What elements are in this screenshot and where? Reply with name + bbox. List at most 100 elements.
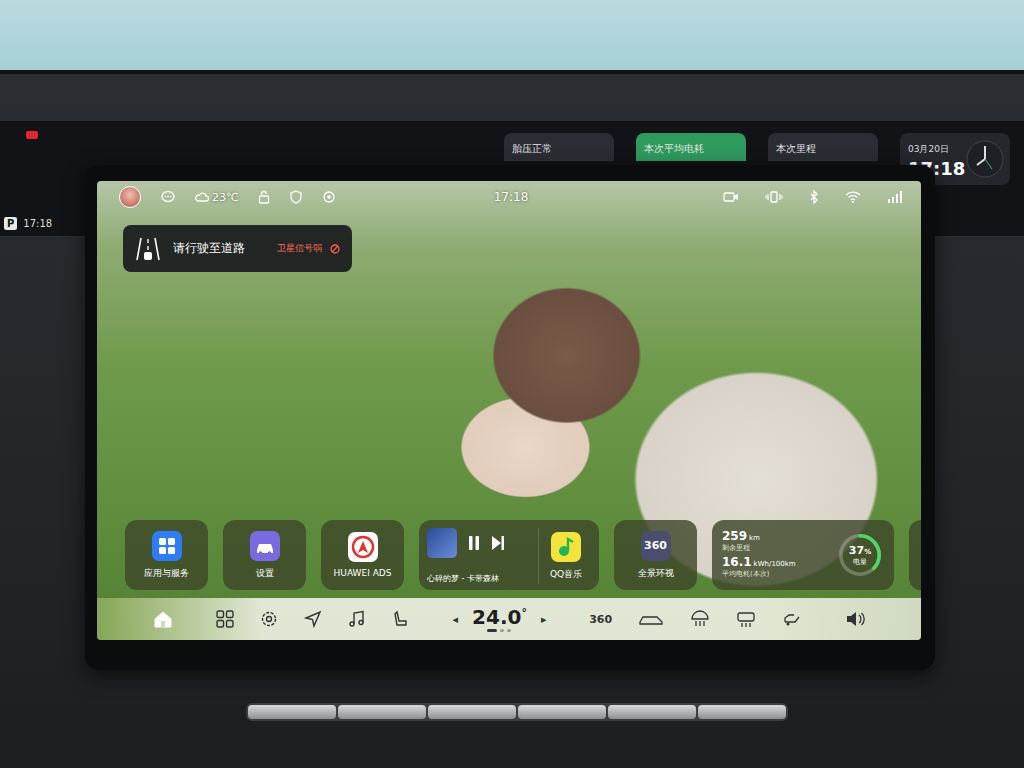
consumption-unit: kWh/100km: [754, 560, 796, 568]
percent-value: 37%: [849, 544, 871, 557]
apps-grid-icon: [152, 531, 182, 561]
status-time: 17:18: [494, 190, 529, 204]
windshield: [0, 0, 1024, 74]
music-app[interactable]: QQ音乐: [538, 528, 593, 584]
display: 23℃ 17:18 请行驶至道路 卫星信号弱应用与服务设置 HUAWEI ADS 心碎的梦…: [97, 181, 921, 640]
physical-button[interactable]: [338, 705, 426, 719]
physical-button[interactable]: [518, 705, 606, 719]
center-screen: 23℃ 17:18 请行驶至道路 卫星信号弱应用与服务设置 HUAWEI ADS 心碎的梦…: [85, 165, 935, 670]
app-card[interactable]: HUAWEI ADS: [321, 520, 404, 590]
cluster-widget-label: 本次平均电耗: [644, 143, 704, 154]
rear-defrost-icon[interactable]: [736, 610, 756, 628]
pause-icon[interactable]: [467, 535, 481, 551]
cluster-widget: 胎压正常: [504, 133, 614, 161]
navigation-icon[interactable]: [304, 610, 322, 628]
cluster-widget-label: 胎压正常: [512, 143, 552, 154]
physical-buttons: [246, 703, 788, 721]
volume-icon[interactable]: [845, 610, 865, 628]
next-card[interactable]: [909, 520, 921, 590]
card-label: 设置: [256, 567, 274, 580]
sync-icon[interactable]: [322, 190, 336, 204]
album-art: [427, 528, 457, 558]
media-main: 心碎的梦 - 卡带森林: [427, 528, 534, 584]
car-settings-icon: [250, 531, 280, 561]
surround-view-card[interactable]: 360 全景环视: [614, 520, 697, 590]
consumption-label: 平均电耗(本次): [722, 569, 796, 579]
app-card[interactable]: 应用与服务: [125, 520, 208, 590]
qq-music-icon: [551, 532, 581, 562]
front-defrost-icon[interactable]: [690, 610, 710, 628]
physical-button[interactable]: [608, 705, 696, 719]
avatar-icon[interactable]: [119, 186, 141, 208]
music-icon[interactable]: [348, 610, 366, 628]
cluster-widget-label: 本次里程: [776, 143, 816, 154]
temperature-outside: 23℃: [212, 191, 238, 204]
car-icon[interactable]: [638, 612, 664, 626]
no-signal-icon: [330, 244, 340, 254]
seat-icon[interactable]: [392, 610, 410, 628]
card-label: 全景环视: [638, 567, 674, 580]
message-icon[interactable]: [161, 190, 175, 204]
dock-right-group: 360: [589, 610, 802, 628]
range: 259km: [722, 529, 796, 543]
wifi-icon[interactable]: [845, 191, 861, 203]
cluster-widget: 本次里程: [768, 133, 878, 161]
physical-button[interactable]: [248, 705, 336, 719]
surround-view-button[interactable]: 360: [589, 613, 612, 626]
physical-button[interactable]: [698, 705, 786, 719]
consumption: 16.1kWh/100km: [722, 555, 796, 569]
shield-icon[interactable]: [290, 190, 302, 204]
temp-down-button[interactable]: ◂: [453, 613, 459, 626]
page-dot[interactable]: [487, 629, 497, 632]
gear-indicator: P: [4, 217, 17, 230]
gear-icon[interactable]: [260, 610, 278, 628]
dock: ◂ 24.0° ▸ 360: [97, 598, 921, 640]
range-value: 259: [722, 529, 747, 543]
home-icon[interactable]: [153, 609, 173, 629]
page-dots: [487, 629, 511, 632]
warning-dot: [26, 131, 38, 139]
range-label: 剩余里程: [722, 543, 796, 553]
media-card[interactable]: 心碎的梦 - 卡带森林 QQ音乐: [419, 520, 599, 590]
weather: 23℃: [195, 191, 238, 204]
dock-left-group: [216, 610, 410, 628]
card-row: 应用与服务设置 HUAWEI ADS 心碎的梦 - 卡带森林 QQ音乐 360 全景环视 2…: [97, 520, 921, 590]
battery-info: 259km剩余里程 16.1kWh/100km平均电耗(本次): [722, 529, 796, 581]
road-notice[interactable]: 请行驶至道路 卫星信号弱: [123, 225, 352, 272]
surround-view-icon: 360: [641, 531, 671, 561]
vibrate-icon[interactable]: [765, 191, 783, 203]
percent-label: 电量: [853, 557, 867, 567]
date: 03月20日: [908, 143, 965, 156]
media-controls: [427, 528, 534, 558]
tailgate-icon[interactable]: [782, 610, 802, 628]
signal-icon: [887, 191, 903, 203]
battery-ring: 37%电量: [836, 531, 884, 579]
notice-title: 请行驶至道路: [173, 240, 245, 257]
battery-card[interactable]: 259km剩余里程 16.1kWh/100km平均电耗(本次) 37%电量: [712, 520, 894, 590]
physical-button[interactable]: [428, 705, 516, 719]
unlock-icon[interactable]: [258, 190, 270, 204]
temperature-control[interactable]: ◂ 24.0° ▸: [453, 606, 547, 632]
battery-percent: 37%电量: [836, 531, 884, 579]
app-card[interactable]: 设置: [223, 520, 306, 590]
notice-icon-box: [131, 232, 165, 266]
card-label: HUAWEI ADS: [334, 568, 392, 578]
clock-icon: [965, 139, 1005, 179]
page-dot[interactable]: [500, 629, 504, 632]
temp-up-button[interactable]: ▸: [541, 613, 547, 626]
notice-warning: 卫星信号弱: [277, 242, 322, 255]
status-bar: 23℃ 17:18: [97, 181, 921, 213]
bluetooth-icon[interactable]: [809, 190, 819, 204]
road-car-icon: [135, 236, 161, 262]
gear-row: P 17:18: [4, 217, 52, 230]
camera-icon[interactable]: [723, 191, 739, 203]
temperature-value: 24.0°: [472, 606, 527, 628]
range-unit: km: [749, 534, 760, 542]
cloud-icon: [195, 191, 209, 203]
page-dot[interactable]: [507, 629, 511, 632]
cluster-time: 17:18: [23, 218, 52, 229]
temperature: 24.0°: [472, 606, 527, 632]
track-title: 心碎的梦 - 卡带森林: [427, 573, 534, 584]
apps-icon[interactable]: [216, 610, 234, 628]
next-icon[interactable]: [491, 535, 505, 551]
